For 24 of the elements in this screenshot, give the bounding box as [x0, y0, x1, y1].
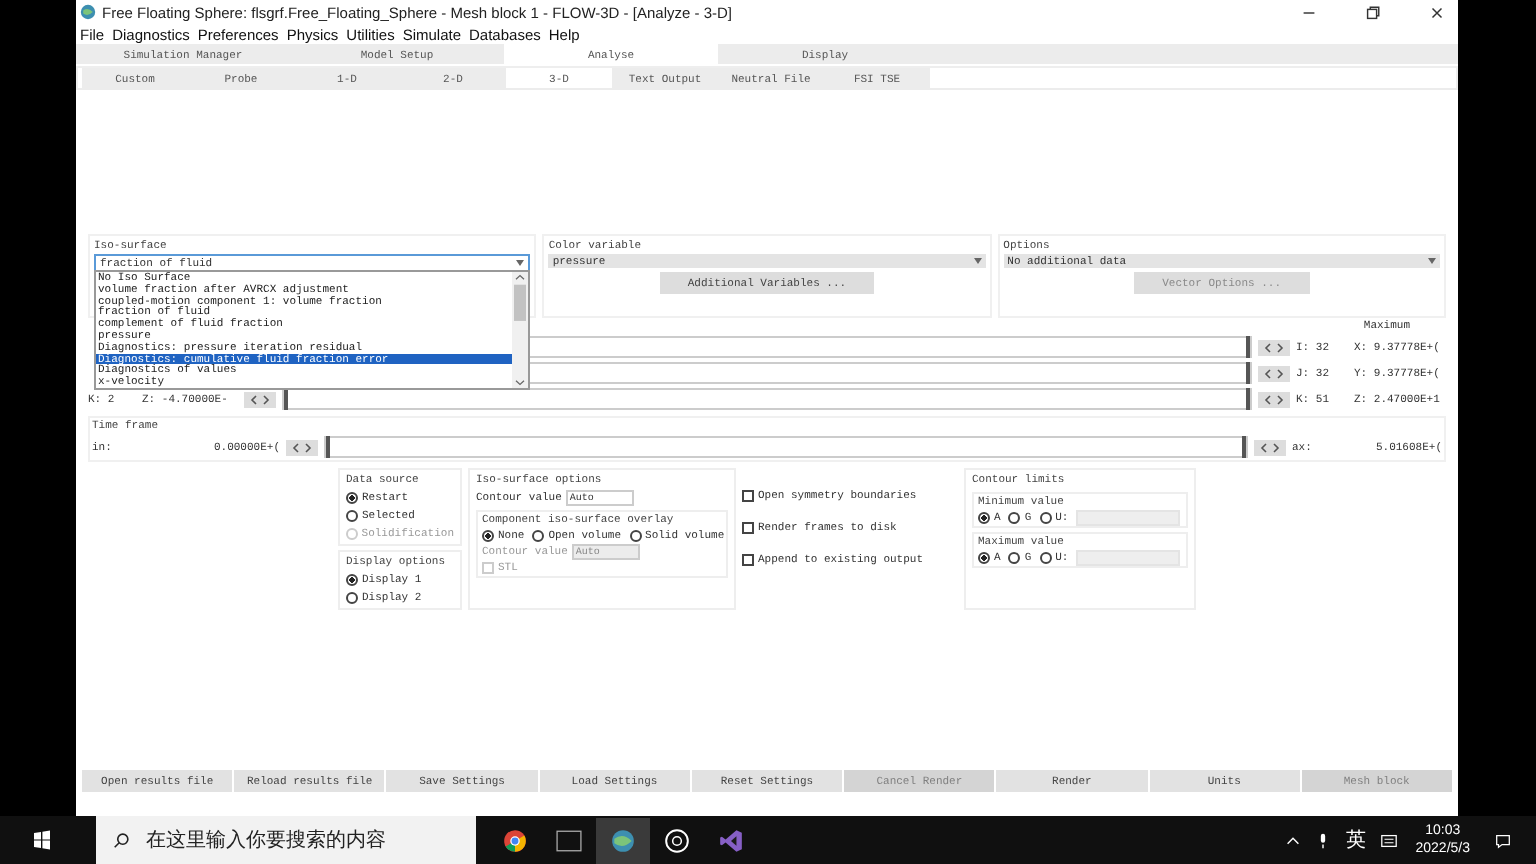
windows-start-icon[interactable]: [32, 830, 52, 850]
value-field[interactable]: [1076, 550, 1181, 566]
value-field[interactable]: [1076, 510, 1181, 526]
keyboard-icon[interactable]: [1379, 831, 1398, 849]
dropdown-arrow-icon: [1427, 258, 1436, 264]
close-icon[interactable]: [1428, 3, 1446, 21]
dropdown-arrow-icon: [516, 260, 525, 266]
input-method-indicator[interactable]: 英: [1345, 826, 1366, 854]
spin-buttons[interactable]: [244, 391, 276, 407]
slider-track[interactable]: [324, 436, 1248, 458]
scrollbar[interactable]: [512, 272, 529, 388]
spin-buttons[interactable]: [1254, 439, 1286, 455]
spin-buttons[interactable]: [1258, 339, 1290, 355]
globe-icon[interactable]: [596, 817, 650, 863]
notification-icon[interactable]: [1494, 831, 1512, 849]
dropdown-arrow-icon: [973, 258, 982, 264]
spin-buttons[interactable]: [1258, 391, 1290, 407]
app-icon: [80, 4, 96, 20]
search-icon: [112, 831, 130, 849]
spin-buttons[interactable]: [1258, 365, 1290, 381]
slider-track[interactable]: [282, 388, 1252, 410]
restore-icon[interactable]: [1364, 3, 1382, 21]
taskbar-search-field[interactable]: 在这里输入你要搜索的内容: [96, 816, 476, 864]
spin-buttons[interactable]: [286, 439, 318, 455]
